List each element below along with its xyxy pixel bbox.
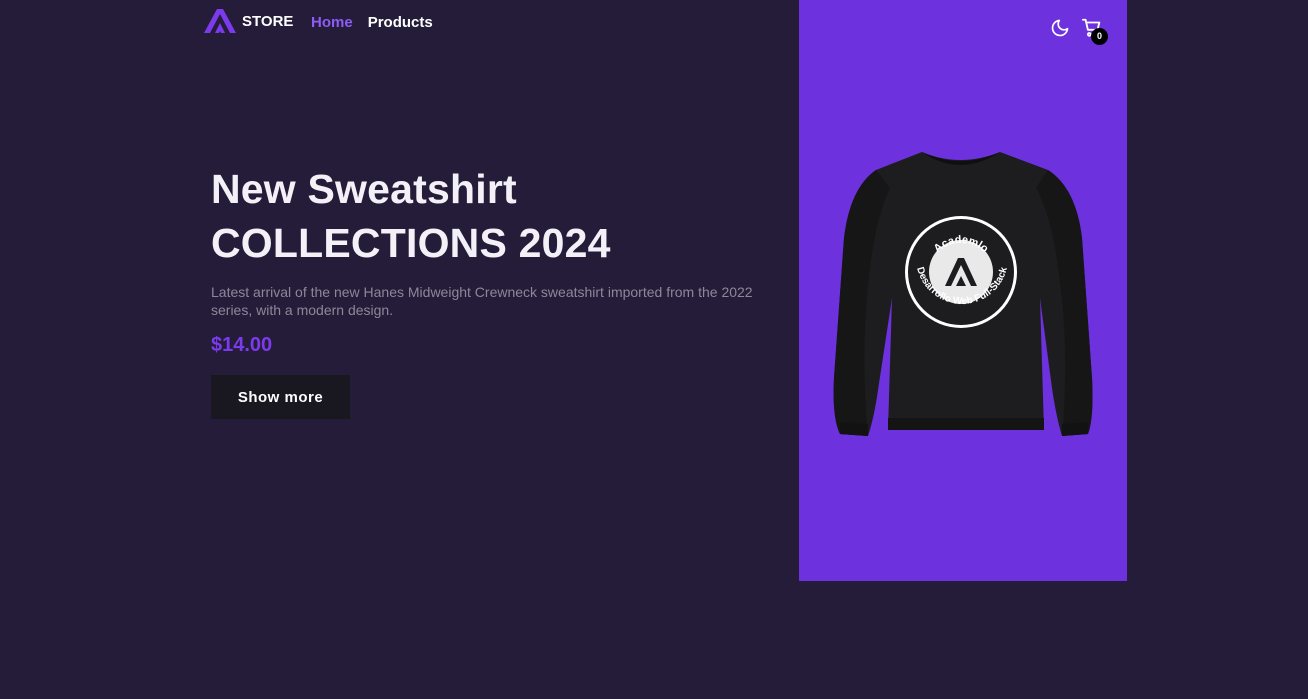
cart-count-badge: 0 — [1091, 28, 1108, 45]
hero-title-line-2: COLLECTIONS 2024 — [211, 220, 611, 266]
brand-name: STORE — [242, 12, 294, 30]
hero-title-line-1: New Sweatshirt — [211, 166, 517, 212]
academlo-logo-icon — [204, 9, 236, 33]
main-nav: Home Products — [311, 14, 433, 31]
hero-description: Latest arrival of the new Hanes Midweigh… — [211, 284, 753, 318]
show-more-button[interactable]: Show more — [211, 375, 350, 419]
moon-icon — [1051, 19, 1069, 37]
sweatshirt-image[interactable]: Academlo Desarrollo Web Full-Stack — [830, 148, 1096, 440]
nav-products[interactable]: Products — [368, 14, 433, 31]
brand[interactable]: STORE — [204, 9, 293, 33]
product-panel: Academlo Desarrollo Web Full-Stack — [799, 0, 1127, 581]
page: STORE Home Products New Sweatshirt COLLE… — [0, 0, 1308, 699]
hero-price: $14.00 — [211, 334, 273, 356]
cart-button[interactable]: 0 — [1081, 17, 1111, 45]
nav-home[interactable]: Home — [311, 14, 353, 31]
theme-toggle-button[interactable] — [1050, 18, 1070, 38]
hero-title: New Sweatshirt COLLECTIONS 2024 — [211, 162, 611, 270]
